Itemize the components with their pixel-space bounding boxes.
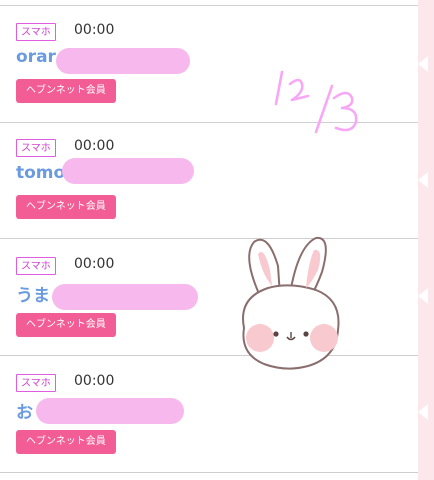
member-badge-button[interactable]: ヘブンネット会員: [16, 195, 116, 219]
panel-tab[interactable]: [418, 56, 428, 72]
time-label: 00:00: [74, 373, 115, 389]
censor-blot: [52, 284, 198, 310]
user-name[interactable]: orar: [16, 47, 56, 67]
device-badge: スマホ: [16, 23, 56, 41]
device-badge: スマホ: [16, 374, 56, 392]
censor-blot: [56, 48, 190, 74]
time-label: 00:00: [74, 22, 115, 38]
member-badge-button[interactable]: ヘブンネット会員: [16, 430, 116, 454]
member-badge-button[interactable]: ヘブンネット会員: [16, 79, 116, 103]
device-badge: スマホ: [16, 139, 56, 157]
divider: [0, 5, 418, 6]
panel-tab[interactable]: [418, 288, 428, 304]
panel-tab[interactable]: [418, 404, 428, 420]
panel-tab[interactable]: [418, 172, 428, 188]
bunny-sticker-icon: [242, 236, 340, 370]
censor-blot: [36, 398, 184, 424]
time-label: 00:00: [74, 256, 115, 272]
time-label: 00:00: [74, 138, 115, 154]
member-badge-button[interactable]: ヘブンネット会員: [16, 313, 116, 337]
divider: [0, 355, 418, 356]
divider: [0, 238, 418, 239]
censor-blot: [62, 158, 194, 184]
user-name[interactable]: うま: [16, 281, 50, 306]
handwritten-date: [274, 70, 358, 134]
divider: [0, 472, 418, 473]
user-name[interactable]: tomo: [16, 163, 65, 183]
device-badge: スマホ: [16, 257, 56, 275]
user-name[interactable]: お: [16, 398, 33, 423]
